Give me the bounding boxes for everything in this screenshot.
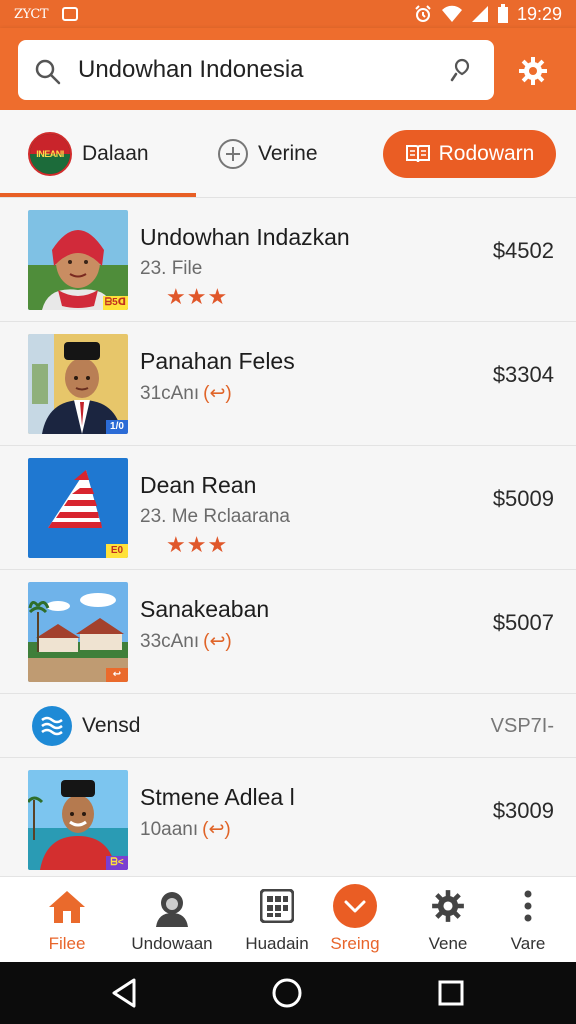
voice-search-icon[interactable] xyxy=(448,56,476,84)
item-subtitle: 23. File xyxy=(140,258,203,279)
item-subtitle-suffix: (↩) xyxy=(202,819,231,840)
alarm-icon xyxy=(415,5,431,22)
tab-label: Dalaan xyxy=(82,142,149,165)
gear-icon xyxy=(432,890,464,922)
item-price: $4502 xyxy=(492,238,554,263)
status-carrier-text: ZYCT xyxy=(14,6,49,22)
status-bar: ZYCT 19:29 xyxy=(0,0,576,28)
list-item[interactable]: 1/0 Panahan Feles 31cAnı (↩) $3304 xyxy=(0,322,576,446)
more-vertical-icon xyxy=(524,890,532,922)
tab-label: Verine xyxy=(258,142,318,165)
home-icon xyxy=(49,891,85,923)
item-tag: ᗷ5ᗡ xyxy=(102,296,128,310)
item-title: Stmene Adlea l xyxy=(140,784,295,810)
system-navigation-bar xyxy=(0,962,576,1024)
section-code: VSP7I- xyxy=(490,715,554,737)
rating-stars-icon: ★★★ xyxy=(166,532,229,557)
settings-button[interactable] xyxy=(512,50,554,92)
item-tag: ᗷ< xyxy=(106,856,128,870)
nav-undowaan[interactable]: Undowaan xyxy=(124,877,220,963)
item-thumbnail: E0 xyxy=(28,458,128,558)
item-price: $3304 xyxy=(492,362,554,387)
tab-rodowarn[interactable]: Rodowarn xyxy=(383,130,556,178)
signal-icon xyxy=(471,6,488,22)
item-subtitle-text: 31cAnı xyxy=(140,383,200,404)
list-item[interactable]: ↩ Sanakeaban 33cAnı (↩) $5007 xyxy=(0,570,576,694)
flag-logo-icon: INEANI xyxy=(28,132,72,176)
item-price: $5007 xyxy=(492,610,554,635)
search-box[interactable] xyxy=(18,40,494,100)
nav-filee[interactable]: Filee xyxy=(19,877,115,963)
item-title: Dean Rean xyxy=(140,472,257,498)
recents-icon[interactable] xyxy=(437,977,465,1009)
list-item[interactable]: ᗷ< Stmene Adlea l 10aanı (↩) $3009 xyxy=(0,758,576,882)
section-header[interactable]: Vensd VSP7I- xyxy=(0,694,576,758)
back-icon[interactable] xyxy=(110,977,138,1009)
item-price: $5009 xyxy=(492,486,554,511)
item-subtitle-text: 10aanı xyxy=(140,819,199,840)
search-icon[interactable] xyxy=(34,58,62,86)
chevron-down-icon xyxy=(333,884,377,928)
wifi-icon xyxy=(441,5,462,22)
item-thumbnail: 1/0 xyxy=(28,334,128,434)
active-tab-indicator xyxy=(0,193,196,197)
item-thumbnail: ↩ xyxy=(28,582,128,682)
nav-vare[interactable]: Vare xyxy=(480,877,576,963)
item-subtitle: 10aanı (↩) xyxy=(140,818,231,841)
flag-logo-text: INEANI xyxy=(36,149,64,159)
wave-logo-icon xyxy=(32,706,72,746)
item-title: Sanakeaban xyxy=(140,596,270,622)
item-subtitle: 31cAnı (↩) xyxy=(140,382,232,405)
nav-label: Vare xyxy=(510,934,546,953)
item-tag: E0 xyxy=(106,544,128,558)
rating-stars-icon: ★★★ xyxy=(166,284,229,309)
tab-label: Rodowarn xyxy=(438,142,535,165)
status-left: ZYCT xyxy=(14,6,79,22)
nav-label: Undowaan xyxy=(131,934,213,953)
status-right: 19:29 xyxy=(413,4,562,25)
grid-icon xyxy=(260,889,294,923)
app-header xyxy=(0,28,576,110)
item-subtitle-suffix: (↩) xyxy=(203,383,232,404)
home-circle-icon[interactable] xyxy=(271,977,303,1009)
item-title: Undowhan Indazkan xyxy=(140,224,350,250)
tab-bar: INEANI Dalaan Verine Rodowarn xyxy=(0,110,576,198)
item-thumbnail: ᗷ5ᗡ xyxy=(28,210,128,310)
item-tag: 1/0 xyxy=(106,420,128,434)
add-circle-icon xyxy=(218,139,248,169)
list-item[interactable]: ᗷ5ᗡ Undowhan Indazkan 23. File ★★★ $4502 xyxy=(0,198,576,322)
item-subtitle: 23. Me Rclaarana xyxy=(140,506,290,527)
tab-dalaan[interactable]: INEANI Dalaan xyxy=(28,130,149,178)
item-subtitle: 33cAnı (↩) xyxy=(140,630,232,653)
book-icon xyxy=(405,145,430,163)
item-price: $3009 xyxy=(492,798,554,823)
status-time: 19:29 xyxy=(516,3,562,24)
item-tag: ↩ xyxy=(106,668,128,682)
item-subtitle-suffix: (↩) xyxy=(203,631,232,652)
result-list: ᗷ5ᗡ Undowhan Indazkan 23. File ★★★ $4502… xyxy=(0,198,576,882)
nav-label: Filee xyxy=(48,934,86,953)
list-item[interactable]: E0 Dean Rean 23. Me Rclaarana ★★★ $5009 xyxy=(0,446,576,570)
item-title: Panahan Feles xyxy=(140,348,295,374)
bottom-navigation: Filee Undowaan Huadain Sreing Vene Vare xyxy=(0,876,576,962)
search-input[interactable] xyxy=(78,54,448,86)
item-subtitle-text: 33cAnı xyxy=(140,631,200,652)
gear-icon[interactable] xyxy=(518,56,548,86)
notification-icon xyxy=(62,7,79,21)
user-icon xyxy=(156,892,188,927)
tab-verine[interactable]: Verine xyxy=(218,130,318,178)
item-thumbnail: ᗷ< xyxy=(28,770,128,870)
nav-label: Sreing xyxy=(330,934,380,953)
nav-sreing[interactable]: Sreing xyxy=(307,877,403,963)
section-label: Vensd xyxy=(82,714,141,737)
battery-icon xyxy=(497,4,508,23)
